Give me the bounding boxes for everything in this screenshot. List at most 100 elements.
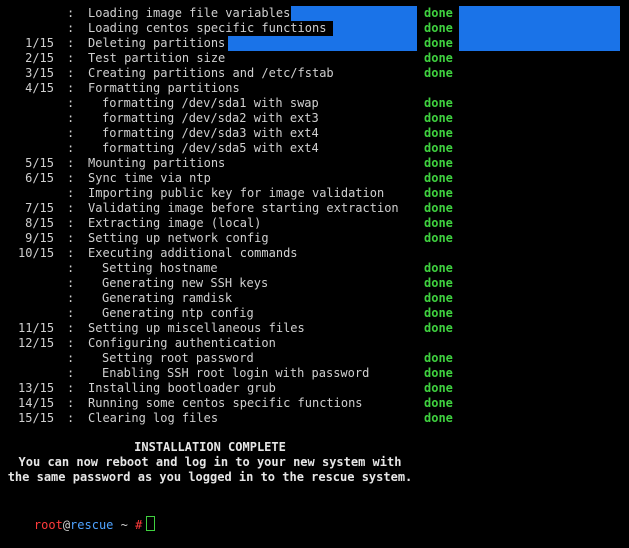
separator: : <box>67 66 75 80</box>
separator: : <box>67 6 75 20</box>
separator: : <box>67 231 75 245</box>
log-message: Creating partitions and /etc/fstab <box>88 66 334 80</box>
status-done: done <box>424 156 453 170</box>
status-done: done <box>424 291 453 305</box>
prompt-path: ~ <box>113 518 136 532</box>
install-complete-message-2: the same password as you logged in to th… <box>7 470 413 484</box>
separator: : <box>67 381 75 395</box>
separator: : <box>67 261 75 275</box>
status-done: done <box>424 321 453 335</box>
step-counter: 5/15 <box>25 156 54 170</box>
log-message: Generating new SSH keys <box>102 276 269 290</box>
step-counter: 13/15 <box>18 381 55 395</box>
separator: : <box>67 411 75 425</box>
log-message: Formatting partitions <box>88 81 240 95</box>
status-done: done <box>424 186 453 200</box>
separator: : <box>67 126 75 140</box>
separator: : <box>67 21 75 35</box>
step-counter: 4/15 <box>25 81 54 95</box>
log-message: Validating image before starting extract… <box>88 201 399 215</box>
install-complete-title: INSTALLATION COMPLETE <box>134 440 286 454</box>
log-message: Enabling SSH root login with password <box>102 366 370 380</box>
separator: : <box>67 111 75 125</box>
step-counter: 10/15 <box>18 246 55 260</box>
selection-highlight <box>228 36 417 51</box>
status-done: done <box>424 111 453 125</box>
step-counter: 9/15 <box>25 231 54 245</box>
step-counter: 1/15 <box>25 36 54 50</box>
separator: : <box>67 171 75 185</box>
separator: : <box>67 291 75 305</box>
prompt-user: root <box>33 518 63 532</box>
status-done: done <box>424 201 453 215</box>
log-message: formatting /dev/sda5 with ext4 <box>102 141 319 155</box>
step-counter: 15/15 <box>18 411 55 425</box>
selection-highlight <box>333 21 417 36</box>
log-message: Generating ramdisk <box>102 291 233 305</box>
separator: : <box>67 36 75 50</box>
status-done: done <box>424 381 453 395</box>
status-done: done <box>424 231 453 245</box>
log-message: Running some centos specific functions <box>88 396 363 410</box>
status-done: done <box>424 366 453 380</box>
separator: : <box>67 396 75 410</box>
separator: : <box>67 96 75 110</box>
prompt-host: rescue <box>70 518 114 532</box>
log-message: Loading image file variables <box>88 6 291 20</box>
log-message: formatting /dev/sda2 with ext3 <box>102 111 319 125</box>
log-message: Mounting partitions <box>88 156 226 170</box>
log-message: Executing additional commands <box>88 246 298 260</box>
log-message: Test partition size <box>88 51 226 65</box>
log-message: Setting root password <box>102 351 254 365</box>
status-done: done <box>424 96 453 110</box>
separator: : <box>67 366 75 380</box>
shell-prompt[interactable]: root@rescue ~ # <box>5 501 156 532</box>
log-message: Extracting image (local) <box>88 216 262 230</box>
log-message: Configuring authentication <box>88 336 276 350</box>
status-done: done <box>424 51 453 65</box>
separator: : <box>67 186 75 200</box>
log-message: Installing bootloader grub <box>88 381 276 395</box>
step-counter: 2/15 <box>25 51 54 65</box>
log-message: formatting /dev/sda3 with ext4 <box>102 126 319 140</box>
status-done: done <box>424 6 453 20</box>
separator: : <box>67 321 75 335</box>
status-done: done <box>424 126 453 140</box>
prompt-symbol: # <box>135 518 143 532</box>
separator: : <box>67 201 75 215</box>
status-done: done <box>424 306 453 320</box>
log-message: Clearing log files <box>88 411 219 425</box>
separator: : <box>67 306 75 320</box>
log-message: Sync time via ntp <box>88 171 211 185</box>
terminal-window[interactable]: : Loading image file variables done: Loadin… <box>0 0 629 535</box>
separator: : <box>67 51 75 65</box>
log-message: Loading centos specific functions <box>88 21 327 35</box>
status-done: done <box>424 276 453 290</box>
step-counter: 6/15 <box>25 171 54 185</box>
step-counter: 3/15 <box>25 66 54 80</box>
separator: : <box>67 246 75 260</box>
prompt-at: @ <box>62 518 71 532</box>
step-counter: 7/15 <box>25 201 54 215</box>
status-done: done <box>424 141 453 155</box>
status-done: done <box>424 66 453 80</box>
status-done: done <box>424 36 453 50</box>
separator: : <box>67 351 75 365</box>
status-done: done <box>424 171 453 185</box>
log-message: formatting /dev/sda1 with swap <box>102 96 319 110</box>
log-message: Generating ntp config <box>102 306 254 320</box>
selection-highlight <box>459 6 620 51</box>
text-cursor[interactable] <box>146 516 156 531</box>
log-message: Deleting partitions <box>88 36 226 50</box>
status-done: done <box>424 216 453 230</box>
status-done: done <box>424 396 453 410</box>
separator: : <box>67 141 75 155</box>
separator: : <box>67 336 75 350</box>
status-done: done <box>424 351 453 365</box>
log-message: Setting hostname <box>102 261 218 275</box>
step-counter: 14/15 <box>18 396 55 410</box>
step-counter: 8/15 <box>25 216 54 230</box>
selection-highlight <box>291 6 417 21</box>
separator: : <box>67 81 75 95</box>
status-done: done <box>424 261 453 275</box>
